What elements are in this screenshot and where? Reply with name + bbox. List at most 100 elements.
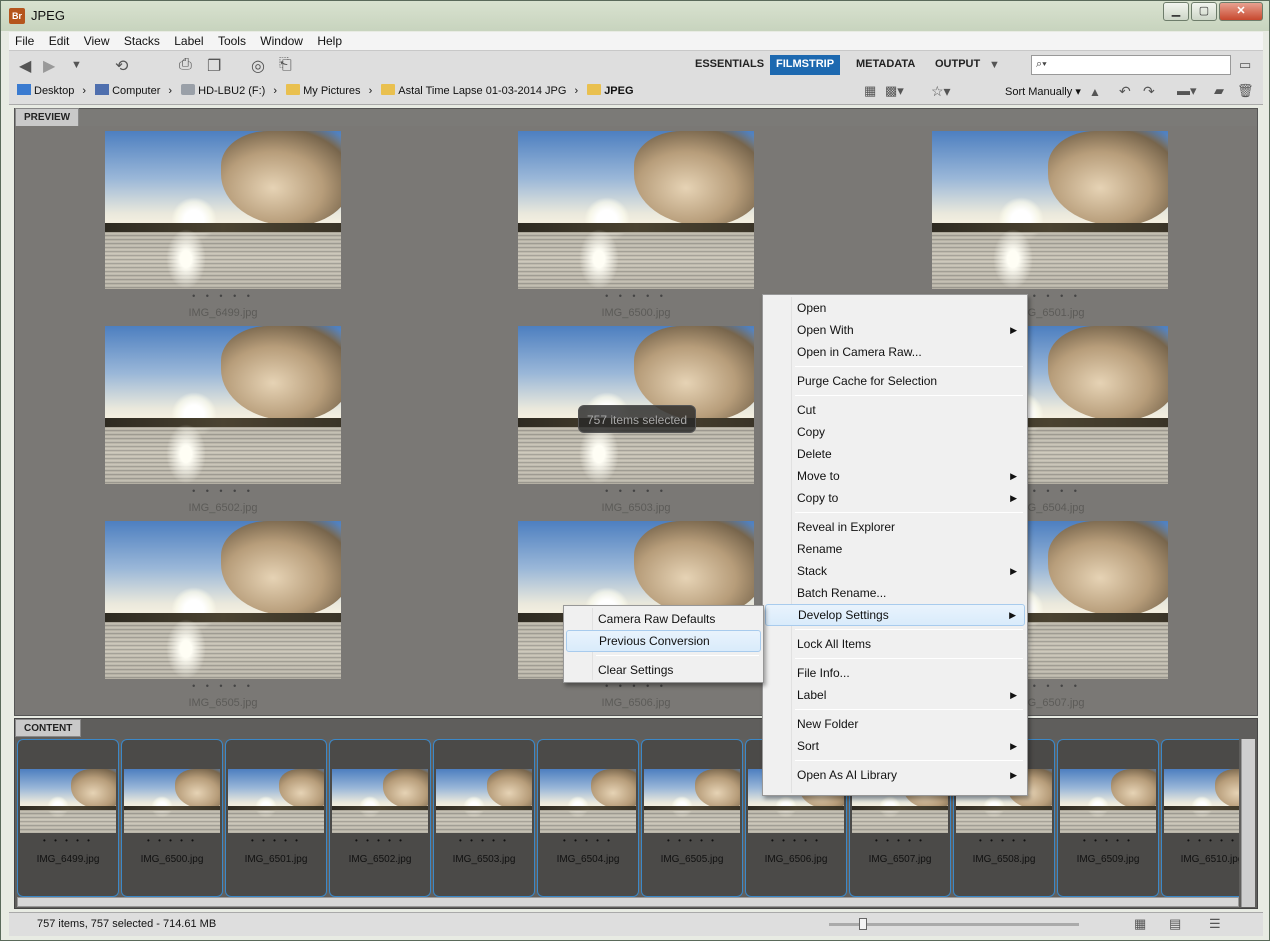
preview-tab[interactable]: PREVIEW [15, 108, 80, 126]
breadcrumb-computer[interactable]: Computer [95, 84, 160, 97]
horizontal-scrollbar[interactable] [17, 897, 1239, 907]
output-icon[interactable]: ⎗ [279, 56, 292, 74]
open-in-camera-raw-icon[interactable]: ◎ [251, 56, 265, 76]
thumbnail-size-slider[interactable] [829, 918, 1079, 930]
content-item[interactable]: • • • • • IMG_6500.jpg [121, 739, 223, 897]
reveal-recent-icon[interactable]: ⟲ [115, 56, 128, 76]
rating-dots[interactable]: • • • • • [105, 486, 341, 496]
rating-dots[interactable]: • • • • • [850, 836, 950, 845]
menu-item-lock-all-items[interactable]: Lock All Items [765, 633, 1025, 655]
rating-dots[interactable]: • • • • • [330, 836, 430, 845]
preview-thumbnail[interactable] [105, 326, 341, 484]
rating-dots[interactable]: • • • • • [518, 291, 754, 301]
rating-dots[interactable]: • • • • • [434, 836, 534, 845]
menu-item-purge-cache-for-selection[interactable]: Purge Cache for Selection [765, 370, 1025, 392]
menu-item-develop-settings[interactable]: Develop Settings ▶ [765, 604, 1025, 626]
content-tab[interactable]: CONTENT [15, 719, 82, 737]
menu-stacks[interactable]: Stacks [118, 32, 165, 48]
open-recent-folder-icon[interactable]: ▬▾ [1177, 83, 1197, 99]
menu-help[interactable]: Help [311, 32, 347, 48]
menu-item-clear-settings[interactable]: Clear Settings [566, 659, 761, 681]
breadcrumb-jpeg[interactable]: JPEG [587, 84, 634, 97]
workspace-essentials-tab[interactable]: ESSENTIALS [689, 55, 770, 75]
menu-item-copy[interactable]: Copy [765, 421, 1025, 443]
vertical-scrollbar[interactable] [1241, 739, 1255, 907]
menu-edit[interactable]: Edit [43, 32, 75, 48]
menu-item-delete[interactable]: Delete [765, 443, 1025, 465]
menu-item-batch-rename[interactable]: Batch Rename... [765, 582, 1025, 604]
breadcrumb-desktop[interactable]: Desktop [17, 84, 74, 97]
forward-arrow-icon[interactable]: ▶ [43, 56, 55, 76]
content-item[interactable]: • • • • • IMG_6499.jpg [17, 739, 119, 897]
workspace-dropdown-icon[interactable]: ▼ [989, 59, 1000, 71]
menu-label[interactable]: Label [168, 32, 208, 48]
grid-view-icon[interactable]: ▦ [1134, 916, 1146, 932]
menu-view[interactable]: View [78, 32, 115, 48]
rating-dots[interactable]: • • • • • [105, 291, 341, 301]
filter-grid-icon[interactable]: ▩▾ [885, 83, 904, 99]
breadcrumb-drive[interactable]: HD-LBU2 (F:) [181, 84, 265, 97]
menu-item-open-with[interactable]: Open With ▶ [765, 319, 1025, 341]
workspace-metadata-tab[interactable]: METADATA [850, 55, 921, 75]
menu-item-move-to[interactable]: Move to ▶ [765, 465, 1025, 487]
content-item[interactable]: • • • • • IMG_6505.jpg [641, 739, 743, 897]
menu-item-previous-conversion[interactable]: Previous Conversion [566, 630, 761, 652]
rating-dots[interactable]: • • • • • [518, 486, 754, 496]
rating-dots[interactable]: • • • • • [122, 836, 222, 845]
rotate-left-icon[interactable]: ↶ [1119, 83, 1131, 100]
menu-item-open[interactable]: Open [765, 297, 1025, 319]
workspace-output-tab[interactable]: OUTPUT [929, 55, 986, 75]
content-item[interactable]: • • • • • IMG_6504.jpg [537, 739, 639, 897]
preview-thumbnail[interactable] [932, 131, 1168, 289]
content-item[interactable]: • • • • • IMG_6503.jpg [433, 739, 535, 897]
rating-dots[interactable]: • • • • • [954, 836, 1054, 845]
breadcrumb-my-pictures[interactable]: My Pictures [286, 84, 361, 97]
maximize-button[interactable]: ▢ [1191, 2, 1217, 21]
back-arrow-icon[interactable]: ◀ [19, 56, 31, 76]
menu-item-camera-raw-defaults[interactable]: Camera Raw Defaults [566, 608, 761, 630]
minimize-button[interactable]: ▁ [1163, 2, 1189, 21]
slider-knob[interactable] [859, 918, 867, 930]
menu-item-label[interactable]: Label ▶ [765, 684, 1025, 706]
workspace-filmstrip-tab[interactable]: FILMSTRIP [770, 55, 841, 75]
rating-dots[interactable]: • • • • • [226, 836, 326, 845]
quality-thumbnail-icon[interactable]: ▦ [864, 83, 876, 99]
content-item[interactable]: • • • • • IMG_6510.jpg [1161, 739, 1239, 897]
rotate-right-icon[interactable]: ↷ [1143, 83, 1155, 100]
content-item[interactable]: • • • • • IMG_6502.jpg [329, 739, 431, 897]
menu-item-cut[interactable]: Cut [765, 399, 1025, 421]
list-view-icon[interactable]: ☰ [1209, 916, 1221, 932]
menu-item-file-info[interactable]: File Info... [765, 662, 1025, 684]
rating-dots[interactable]: • • • • • [746, 836, 846, 845]
menu-item-rename[interactable]: Rename [765, 538, 1025, 560]
rating-dots[interactable]: • • • • • [538, 836, 638, 845]
menu-tools[interactable]: Tools [212, 32, 251, 48]
menu-file[interactable]: File [9, 32, 39, 48]
menu-item-sort[interactable]: Sort ▶ [765, 735, 1025, 757]
search-input[interactable]: ⌕▾ [1031, 55, 1231, 75]
compact-mode-icon[interactable]: ▭ [1239, 57, 1251, 73]
preview-thumbnail[interactable] [105, 131, 341, 289]
new-folder-icon[interactable]: ▰ [1214, 83, 1224, 99]
content-item[interactable]: • • • • • IMG_6509.jpg [1057, 739, 1159, 897]
rating-dots[interactable]: • • • • • [1058, 836, 1158, 845]
preview-thumbnail[interactable] [518, 131, 754, 289]
sort-ascending-icon[interactable]: ▲ [1089, 85, 1101, 99]
preview-thumbnail[interactable] [105, 521, 341, 679]
rating-dots[interactable]: • • • • • [642, 836, 742, 845]
rating-dots[interactable]: • • • • • [105, 681, 341, 691]
refine-icon[interactable]: ❐ [207, 56, 221, 76]
star-filter-icon[interactable]: ☆▾ [931, 83, 951, 100]
breadcrumb-time-lapse[interactable]: Astal Time Lapse 01-03-2014 JPG [381, 84, 566, 97]
menu-item-stack[interactable]: Stack ▶ [765, 560, 1025, 582]
get-photos-camera-icon[interactable]: ⎙ [179, 56, 192, 74]
close-button[interactable]: ✕ [1219, 2, 1263, 21]
menu-item-open-in-camera-raw[interactable]: Open in Camera Raw... [765, 341, 1025, 363]
content-item[interactable]: • • • • • IMG_6501.jpg [225, 739, 327, 897]
sort-dropdown[interactable]: Sort Manually ▾ [1005, 85, 1081, 98]
rating-dots[interactable]: • • • • • [18, 836, 118, 845]
menu-item-reveal-in-explorer[interactable]: Reveal in Explorer [765, 516, 1025, 538]
menu-item-new-folder[interactable]: New Folder [765, 713, 1025, 735]
trash-icon[interactable]: 🗑 [1237, 83, 1254, 99]
menu-item-open-as-ai-library[interactable]: Open As AI Library ▶ [765, 764, 1025, 786]
